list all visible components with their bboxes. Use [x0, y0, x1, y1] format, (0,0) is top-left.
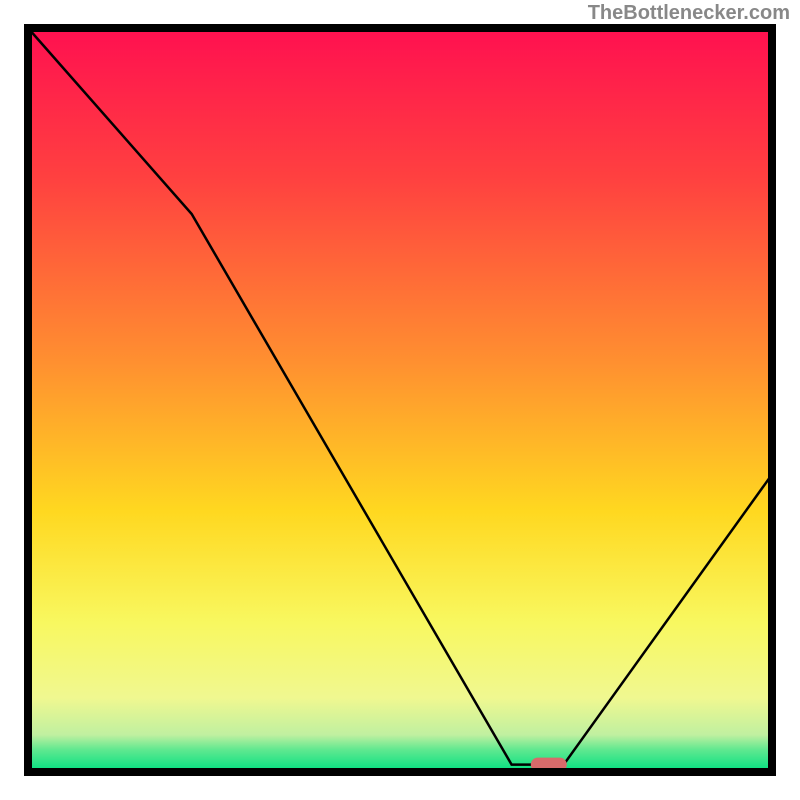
chart-background	[28, 28, 772, 772]
watermark-text: TheBottlenecker.com	[588, 2, 790, 25]
chart-svg	[0, 0, 800, 800]
chart-container: TheBottlenecker.com	[0, 0, 800, 800]
